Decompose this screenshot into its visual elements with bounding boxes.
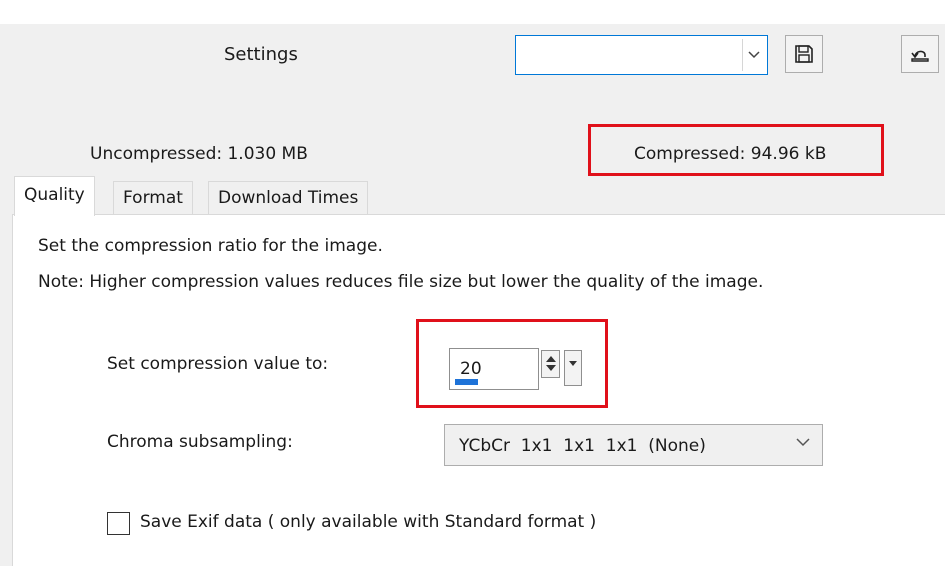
tab-label: Format [123, 188, 183, 208]
uncompressed-size: Uncompressed: 1.030 MB [90, 144, 308, 164]
restore-defaults-icon [911, 50, 929, 62]
chroma-subsampling-value: YCbCr 1x1 1x1 1x1 (None) [459, 436, 706, 456]
save-preset-button[interactable] [785, 35, 823, 73]
compressed-size: Compressed: 94.96 kB [634, 144, 827, 164]
compression-value-label: Set compression value to: [107, 354, 329, 374]
spin-up-icon [545, 356, 556, 362]
restore-defaults-button[interactable] [901, 35, 939, 73]
compression-description: Set the compression ratio for the image. [38, 236, 383, 256]
chevron-down-icon [796, 438, 810, 447]
tab-format[interactable]: Format [113, 181, 193, 214]
tab-quality[interactable]: Quality [14, 176, 95, 216]
floppy-disk-icon [795, 45, 813, 63]
preset-select[interactable] [515, 35, 768, 75]
save-exif-checkbox[interactable] [107, 512, 130, 535]
spin-down-icon [545, 365, 556, 371]
compression-note: Note: Higher compression values reduces … [38, 272, 764, 292]
compression-level-bar [455, 379, 527, 385]
chroma-subsampling-label: Chroma subsampling: [107, 432, 293, 452]
compression-value: 20 [460, 359, 482, 379]
compression-value-input[interactable]: 20 [449, 348, 539, 390]
tab-label: Download Times [218, 188, 359, 208]
save-exif-label[interactable]: Save Exif data ( only available with Sta… [140, 512, 596, 532]
compression-spinner[interactable] [541, 350, 560, 378]
tab-label: Quality [24, 185, 85, 205]
tab-download-times[interactable]: Download Times [208, 181, 369, 214]
top-strip [0, 0, 945, 24]
compression-dropdown-button[interactable] [564, 350, 582, 386]
caret-down-icon [569, 361, 577, 366]
settings-label: Settings [224, 44, 298, 65]
dropdown-arrow[interactable] [742, 39, 765, 71]
compression-level-fill [455, 379, 479, 385]
chevron-down-icon [748, 51, 760, 59]
chroma-subsampling-select[interactable]: YCbCr 1x1 1x1 1x1 (None) [444, 424, 823, 466]
